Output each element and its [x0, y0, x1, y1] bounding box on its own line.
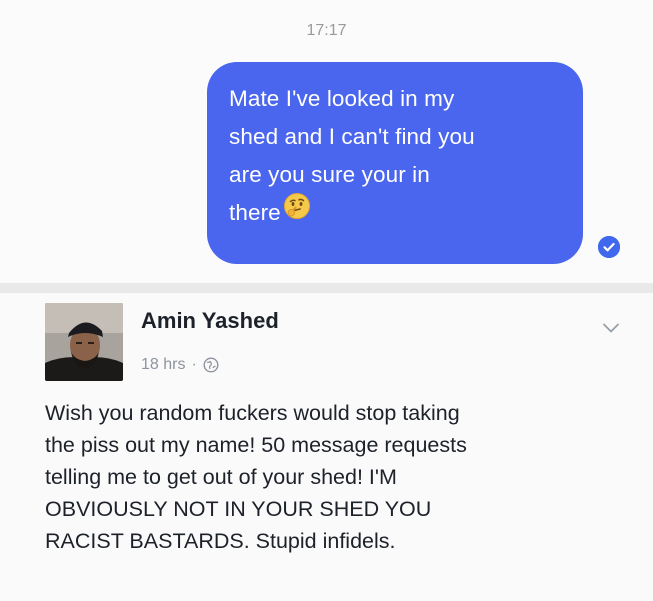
section-divider [0, 283, 653, 293]
meta-separator: · [191, 356, 197, 373]
post-time[interactable]: 18 hrs [141, 356, 185, 374]
sent-message-bubble[interactable]: Mate I've looked in my shed and I can't … [207, 62, 583, 264]
message-line: Mate I've looked in my [229, 86, 455, 111]
post-text-line: OBVIOUSLY NOT IN YOUR SHED YOU [45, 497, 432, 521]
post-text: Wish you random fuckers would stop takin… [45, 397, 635, 557]
post-text-line: RACIST BASTARDS. Stupid infidels. [45, 529, 396, 553]
globe-icon [203, 357, 219, 373]
message-line: are you sure your in [229, 162, 430, 187]
post-meta: 18 hrs · [141, 356, 219, 374]
message-timestamp: 17:17 [306, 22, 347, 39]
message-last-line: there [229, 192, 561, 234]
chevron-down-icon[interactable] [600, 317, 622, 339]
thinking-face-icon [283, 192, 311, 232]
avatar[interactable] [45, 303, 123, 381]
message-line: there [229, 200, 281, 225]
check-circle-icon [598, 236, 620, 258]
post-text-line: telling me to get out of your shed! I'M [45, 465, 397, 489]
chat-thread: 17:17 Mate I've looked in my shed and I … [0, 0, 653, 283]
post-author-name[interactable]: Amin Yashed [141, 308, 279, 334]
post-text-line: Wish you random fuckers would stop takin… [45, 401, 460, 425]
facebook-post: Amin Yashed 18 hrs · Wish you random fuc… [0, 293, 653, 601]
post-text-line: the piss out my name! 50 message request… [45, 433, 467, 457]
message-line: shed and I can't find you [229, 124, 475, 149]
